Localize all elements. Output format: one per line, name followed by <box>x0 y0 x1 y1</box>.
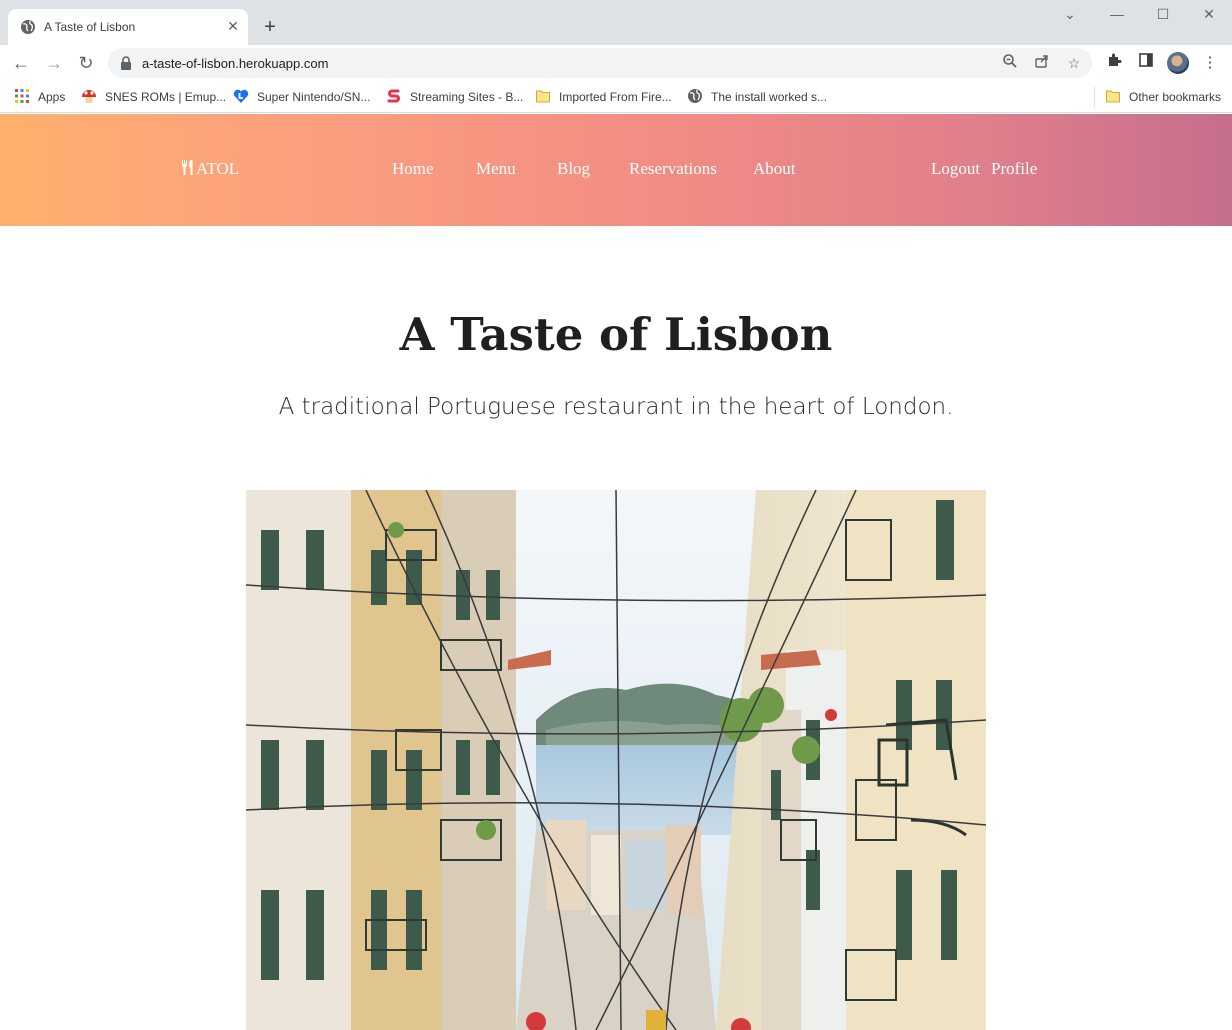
bookmark-install-worked[interactable]: The install worked s... <box>687 88 827 106</box>
page-subtitle: A traditional Portuguese restaurant in t… <box>278 394 954 420</box>
reload-icon[interactable]: ↻ <box>74 51 98 75</box>
brand-logo-link[interactable]: ATOL <box>180 159 239 179</box>
browser-tab[interactable]: A Taste of Lisbon ✕ <box>8 9 248 45</box>
extensions-icon[interactable] <box>1103 52 1125 74</box>
bookmarks-bar: Apps SNES ROMs | Emup... Super Nintendo/… <box>0 81 1232 113</box>
site-header: ATOL Home Menu Blog Reservations About L… <box>0 114 1232 226</box>
bookmark-label: Other bookmarks <box>1129 90 1222 104</box>
apps-grid-icon <box>15 89 29 103</box>
url-text: a-taste-of-lisbon.herokuapp.com <box>142 56 329 71</box>
folder-icon <box>1106 90 1120 103</box>
tab-title: A Taste of Lisbon <box>44 20 136 34</box>
menu-kebab-icon[interactable]: ⋮ <box>1199 52 1221 74</box>
fork-knife-icon <box>181 160 193 175</box>
bookmark-streaming-sites[interactable]: Streaming Sites - B... <box>386 88 523 106</box>
bookmark-imported-from-firefox[interactable]: Imported From Fire... <box>535 88 672 106</box>
bookmark-super-nintendo[interactable]: Super Nintendo/SN... <box>233 88 370 106</box>
nav-menu[interactable]: Menu <box>476 159 516 179</box>
bookmark-apps[interactable]: Apps <box>14 88 65 106</box>
address-bar[interactable]: a-taste-of-lisbon.herokuapp.com ☆ <box>108 48 1092 78</box>
folder-icon <box>536 90 550 103</box>
globe-icon <box>21 20 35 34</box>
browser-toolbar: ← → ↻ a-taste-of-lisbon.herokuapp.com ☆ … <box>0 45 1232 81</box>
nav-logout[interactable]: Logout <box>931 159 980 179</box>
back-icon[interactable]: ← <box>9 51 33 75</box>
window-close-icon[interactable]: ✕ <box>1197 4 1221 24</box>
heart-l-icon <box>233 89 249 103</box>
bookmark-snes-roms[interactable]: SNES ROMs | Emup... <box>81 88 226 106</box>
bookmark-label: Super Nintendo/SN... <box>257 90 371 104</box>
profile-avatar[interactable] <box>1167 52 1189 74</box>
hero-image-lisbon-street <box>246 490 986 1030</box>
share-icon[interactable] <box>1032 53 1052 73</box>
nav-blog[interactable]: Blog <box>557 159 590 179</box>
tab-close-icon[interactable]: ✕ <box>224 17 242 35</box>
bookmarks-divider <box>1094 87 1095 107</box>
minimize-icon[interactable]: — <box>1105 4 1129 24</box>
forward-icon[interactable]: → <box>42 51 66 75</box>
bookmark-label: SNES ROMs | Emup... <box>105 90 227 104</box>
zoom-icon[interactable] <box>1000 53 1020 73</box>
lock-icon <box>121 56 131 70</box>
side-panel-icon[interactable] <box>1135 52 1157 74</box>
new-tab-icon[interactable]: + <box>258 16 282 40</box>
bookmark-label: Streaming Sites - B... <box>410 90 524 104</box>
bookmark-star-icon[interactable]: ☆ <box>1064 53 1084 73</box>
globe-icon <box>688 89 702 103</box>
tab-strip: A Taste of Lisbon ✕ + ⌄ — ☐ ✕ <box>0 0 1232 45</box>
s-logo-icon <box>387 89 400 103</box>
bookmark-label: The install worked s... <box>711 90 828 104</box>
nav-reservations[interactable]: Reservations <box>629 159 717 179</box>
tab-search-icon[interactable]: ⌄ <box>1058 4 1082 24</box>
nav-home[interactable]: Home <box>392 159 434 179</box>
bookmark-other-bookmarks[interactable]: Other bookmarks <box>1105 88 1221 106</box>
mushroom-icon <box>82 90 96 103</box>
maximize-icon[interactable]: ☐ <box>1151 4 1175 24</box>
nav-about[interactable]: About <box>753 159 796 179</box>
brand-name: ATOL <box>196 159 240 178</box>
bookmark-label: Imported From Fire... <box>559 90 672 104</box>
nav-profile[interactable]: Profile <box>991 159 1037 179</box>
page-title: A Taste of Lisbon <box>399 308 833 361</box>
bookmark-label: Apps <box>38 90 66 104</box>
